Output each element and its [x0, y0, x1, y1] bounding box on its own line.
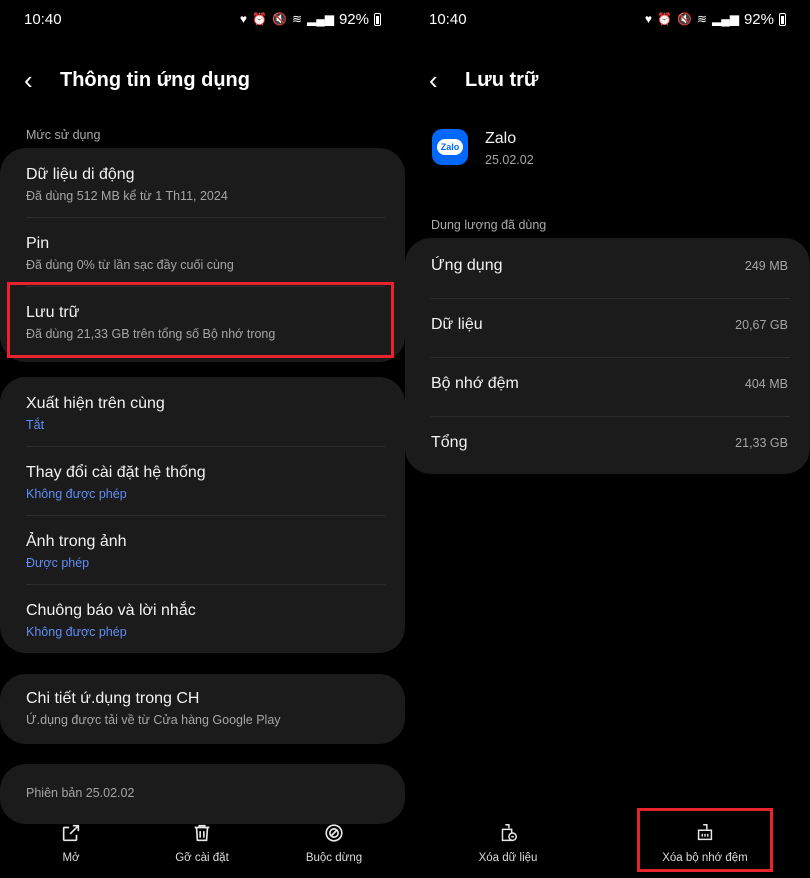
- storage-row-cache: Bộ nhớ đệm 404 MB: [431, 375, 788, 393]
- item-status: Tắt: [26, 418, 45, 432]
- open-button[interactable]: Mở: [50, 822, 92, 864]
- version-row: Phiên bản 25.02.02: [26, 786, 379, 800]
- alarm-icon: ⏰: [657, 12, 672, 26]
- version-card: Phiên bản 25.02.02: [0, 764, 405, 824]
- divider: [431, 357, 790, 358]
- permission-item-alarms-reminders[interactable]: Chuông báo và lời nhắc Không được phép: [26, 602, 379, 639]
- app-info-screen: 10:40 ♥ ⏰ 🔇 ≋ ▂▄▆ 92% ‹ Thông tin ứng dụ…: [0, 0, 405, 878]
- item-status: Được phép: [26, 556, 90, 570]
- storage-screen: 10:40 ♥ ⏰ 🔇 ≋ ▂▄▆ 92% ‹ Lưu trữ Zalo Zal…: [405, 0, 810, 878]
- zalo-app-logo: Zalo: [432, 129, 468, 165]
- storage-label: Tổng: [431, 434, 468, 451]
- app-info: Zalo 25.02.02: [485, 130, 534, 167]
- battery-icon: [374, 12, 381, 26]
- back-arrow-icon[interactable]: ‹: [429, 67, 449, 93]
- storage-card: Ứng dụng 249 MB Dữ liệu 20,67 GB Bộ nhớ …: [405, 238, 810, 474]
- item-subtitle: Ứ.dụng được tải về từ Cửa hàng Google Pl…: [26, 713, 281, 727]
- storage-label: Ứng dụng: [431, 257, 503, 274]
- uninstall-label: Gỡ cài đặt: [175, 852, 229, 864]
- item-subtitle: Đã dùng 0% từ lần sạc đầy cuối cùng: [26, 258, 234, 272]
- clear-data-icon: [501, 824, 517, 842]
- item-title: Thay đổi cài đặt hệ thống: [26, 464, 206, 481]
- uninstall-button[interactable]: Gỡ cài đặt: [162, 822, 242, 864]
- header: ‹ Lưu trữ: [429, 62, 786, 98]
- item-status: Không được phép: [26, 625, 127, 639]
- open-external-icon: [62, 824, 80, 842]
- storage-highlight-box: [7, 282, 394, 358]
- divider: [431, 416, 790, 417]
- usage-section-label: Mức sử dụng: [26, 128, 101, 142]
- status-time: 10:40: [429, 10, 467, 28]
- battery-text: 92%: [743, 10, 774, 28]
- item-title: Pin: [26, 235, 50, 252]
- item-title: Chuông báo và lời nhắc: [26, 602, 196, 619]
- item-subtitle: Đã dùng 512 MB kể từ 1 Th11, 2024: [26, 189, 228, 203]
- clear-cache-highlight-box: [637, 808, 773, 872]
- version-text: Phiên bản 25.02.02: [26, 786, 135, 800]
- storage-label: Bộ nhớ đệm: [431, 375, 519, 392]
- store-card: Chi tiết ứ.dụng trong CH Ứ.dụng được tải…: [0, 674, 405, 744]
- storage-row-data: Dữ liệu 20,67 GB: [431, 316, 788, 334]
- clear-data-button[interactable]: Xóa dữ liệu: [469, 822, 547, 864]
- used-section-label: Dung lượng đã dùng: [431, 218, 547, 232]
- storage-value: 20,67 GB: [735, 318, 788, 332]
- block-icon: [325, 824, 343, 842]
- signal-icon: ▂▄▆: [712, 12, 739, 26]
- permission-item-modify-system-settings[interactable]: Thay đổi cài đặt hệ thống Không được phé…: [26, 464, 379, 501]
- logo-text: Zalo: [436, 139, 464, 155]
- divider: [26, 217, 385, 218]
- clear-data-label: Xóa dữ liệu: [478, 852, 538, 864]
- mute-icon: 🔇: [271, 12, 287, 26]
- item-title: Ảnh trong ảnh: [26, 533, 127, 550]
- app-name: Zalo: [485, 130, 517, 147]
- heart-icon: ♥: [644, 12, 653, 26]
- divider: [26, 584, 385, 585]
- storage-row-app: Ứng dụng 249 MB: [431, 257, 788, 275]
- usage-item-battery[interactable]: Pin Đã dùng 0% từ lần sạc đầy cuối cùng: [26, 235, 379, 272]
- storage-value: 21,33 GB: [735, 436, 788, 450]
- alarm-icon: ⏰: [252, 12, 267, 26]
- status-bar: 10:40 ♥ ⏰ 🔇 ≋ ▂▄▆ 92%: [429, 10, 786, 28]
- divider: [431, 298, 790, 299]
- permission-item-picture-in-picture[interactable]: Ảnh trong ảnh Được phép: [26, 533, 379, 570]
- item-title: Xuất hiện trên cùng: [26, 395, 165, 412]
- page-title: Lưu trữ: [465, 68, 539, 91]
- storage-label: Dữ liệu: [431, 316, 483, 333]
- battery-icon: [779, 12, 786, 26]
- status-time: 10:40: [24, 10, 62, 28]
- storage-row-total: Tổng 21,33 GB: [431, 434, 788, 452]
- trash-icon: [194, 824, 210, 842]
- item-title: Chi tiết ứ.dụng trong CH: [26, 690, 200, 707]
- divider: [26, 446, 385, 447]
- store-details-item[interactable]: Chi tiết ứ.dụng trong CH Ứ.dụng được tải…: [26, 690, 379, 727]
- force-stop-label: Buộc dừng: [305, 852, 363, 864]
- signal-icon: ▂▄▆: [307, 12, 334, 26]
- usage-item-mobile-data[interactable]: Dữ liệu di động Đã dùng 512 MB kể từ 1 T…: [26, 166, 379, 203]
- storage-value: 404 MB: [744, 377, 788, 391]
- item-title: Dữ liệu di động: [26, 166, 135, 183]
- battery-text: 92%: [338, 10, 369, 28]
- permission-item-appear-on-top[interactable]: Xuất hiện trên cùng Tắt: [26, 395, 379, 432]
- open-label: Mở: [62, 852, 80, 864]
- status-bar: 10:40 ♥ ⏰ 🔇 ≋ ▂▄▆ 92%: [24, 10, 381, 28]
- divider: [26, 515, 385, 516]
- header: ‹ Thông tin ứng dụng: [24, 62, 381, 98]
- force-stop-button[interactable]: Buộc dừng: [296, 822, 372, 864]
- permissions-card: Xuất hiện trên cùng Tắt Thay đổi cài đặt…: [0, 377, 405, 653]
- item-status: Không được phép: [26, 487, 127, 501]
- page-title: Thông tin ứng dụng: [60, 68, 250, 91]
- app-version: 25.02.02: [485, 153, 534, 167]
- wifi-icon: ≋: [696, 12, 707, 26]
- heart-icon: ♥: [239, 12, 248, 26]
- mute-icon: 🔇: [676, 12, 692, 26]
- back-arrow-icon[interactable]: ‹: [24, 67, 44, 93]
- storage-value: 249 MB: [744, 259, 788, 273]
- wifi-icon: ≋: [291, 12, 302, 26]
